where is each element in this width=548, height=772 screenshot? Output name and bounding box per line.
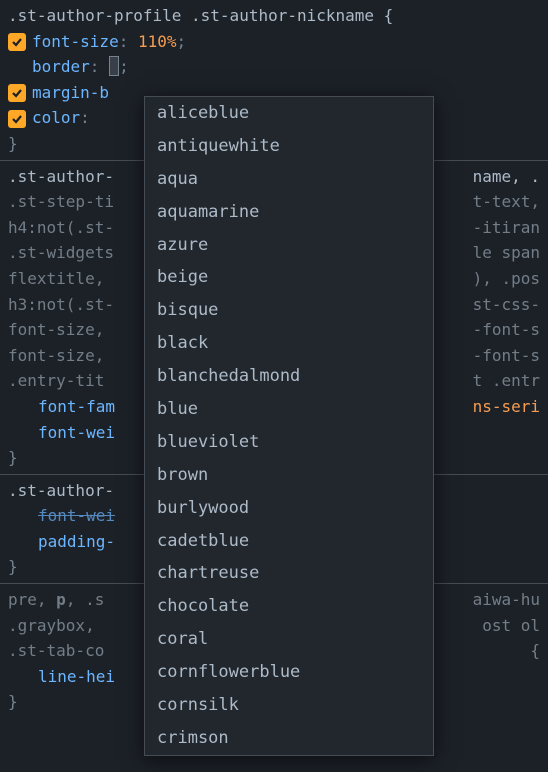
autocomplete-item[interactable]: chartreuse	[145, 557, 433, 590]
autocomplete-item[interactable]: bisque	[145, 294, 433, 327]
autocomplete-item[interactable]: beige	[145, 261, 433, 294]
css-declaration[interactable]: border: ;	[8, 54, 540, 80]
css-property: margin-b	[32, 83, 109, 102]
checkbox-icon[interactable]	[8, 84, 26, 102]
autocomplete-item[interactable]: cornsilk	[145, 689, 433, 722]
autocomplete-item[interactable]: crimson	[145, 722, 433, 755]
autocomplete-item[interactable]: aliceblue	[145, 97, 433, 130]
autocomplete-item[interactable]: aqua	[145, 163, 433, 196]
css-property-overridden: font-wei	[38, 506, 115, 525]
autocomplete-item[interactable]: burlywood	[145, 492, 433, 525]
css-property: border	[32, 57, 90, 76]
css-property: font-wei	[38, 423, 115, 442]
css-declaration[interactable]: font-size: 110%;	[8, 29, 540, 55]
css-property: color	[32, 108, 80, 127]
autocomplete-item[interactable]: aquamarine	[145, 196, 433, 229]
autocomplete-item[interactable]: blanchedalmond	[145, 360, 433, 393]
css-property: font-size	[32, 32, 119, 51]
autocomplete-item[interactable]: blueviolet	[145, 426, 433, 459]
autocomplete-item[interactable]: antiquewhite	[145, 130, 433, 163]
checkbox-icon[interactable]	[8, 33, 26, 51]
autocomplete-item[interactable]: cadetblue	[145, 525, 433, 558]
autocomplete-item[interactable]: chocolate	[145, 590, 433, 623]
autocomplete-item[interactable]: coral	[145, 623, 433, 656]
css-value: 110%	[138, 32, 177, 51]
autocomplete-item[interactable]: cornflowerblue	[145, 656, 433, 689]
css-property: font-fam	[38, 397, 115, 416]
css-property: line-hei	[38, 667, 115, 686]
checkbox-icon[interactable]	[8, 110, 26, 128]
css-property: padding-	[38, 532, 115, 551]
css-selector: .st-author-profile .st-author-nickname {	[8, 3, 540, 29]
autocomplete-item[interactable]: black	[145, 327, 433, 360]
autocomplete-item[interactable]: azure	[145, 229, 433, 262]
autocomplete-item[interactable]: blue	[145, 393, 433, 426]
autocomplete-item[interactable]: brown	[145, 459, 433, 492]
text-cursor	[109, 56, 119, 76]
autocomplete-popup[interactable]: aliceblue antiquewhite aqua aquamarine a…	[144, 96, 434, 756]
